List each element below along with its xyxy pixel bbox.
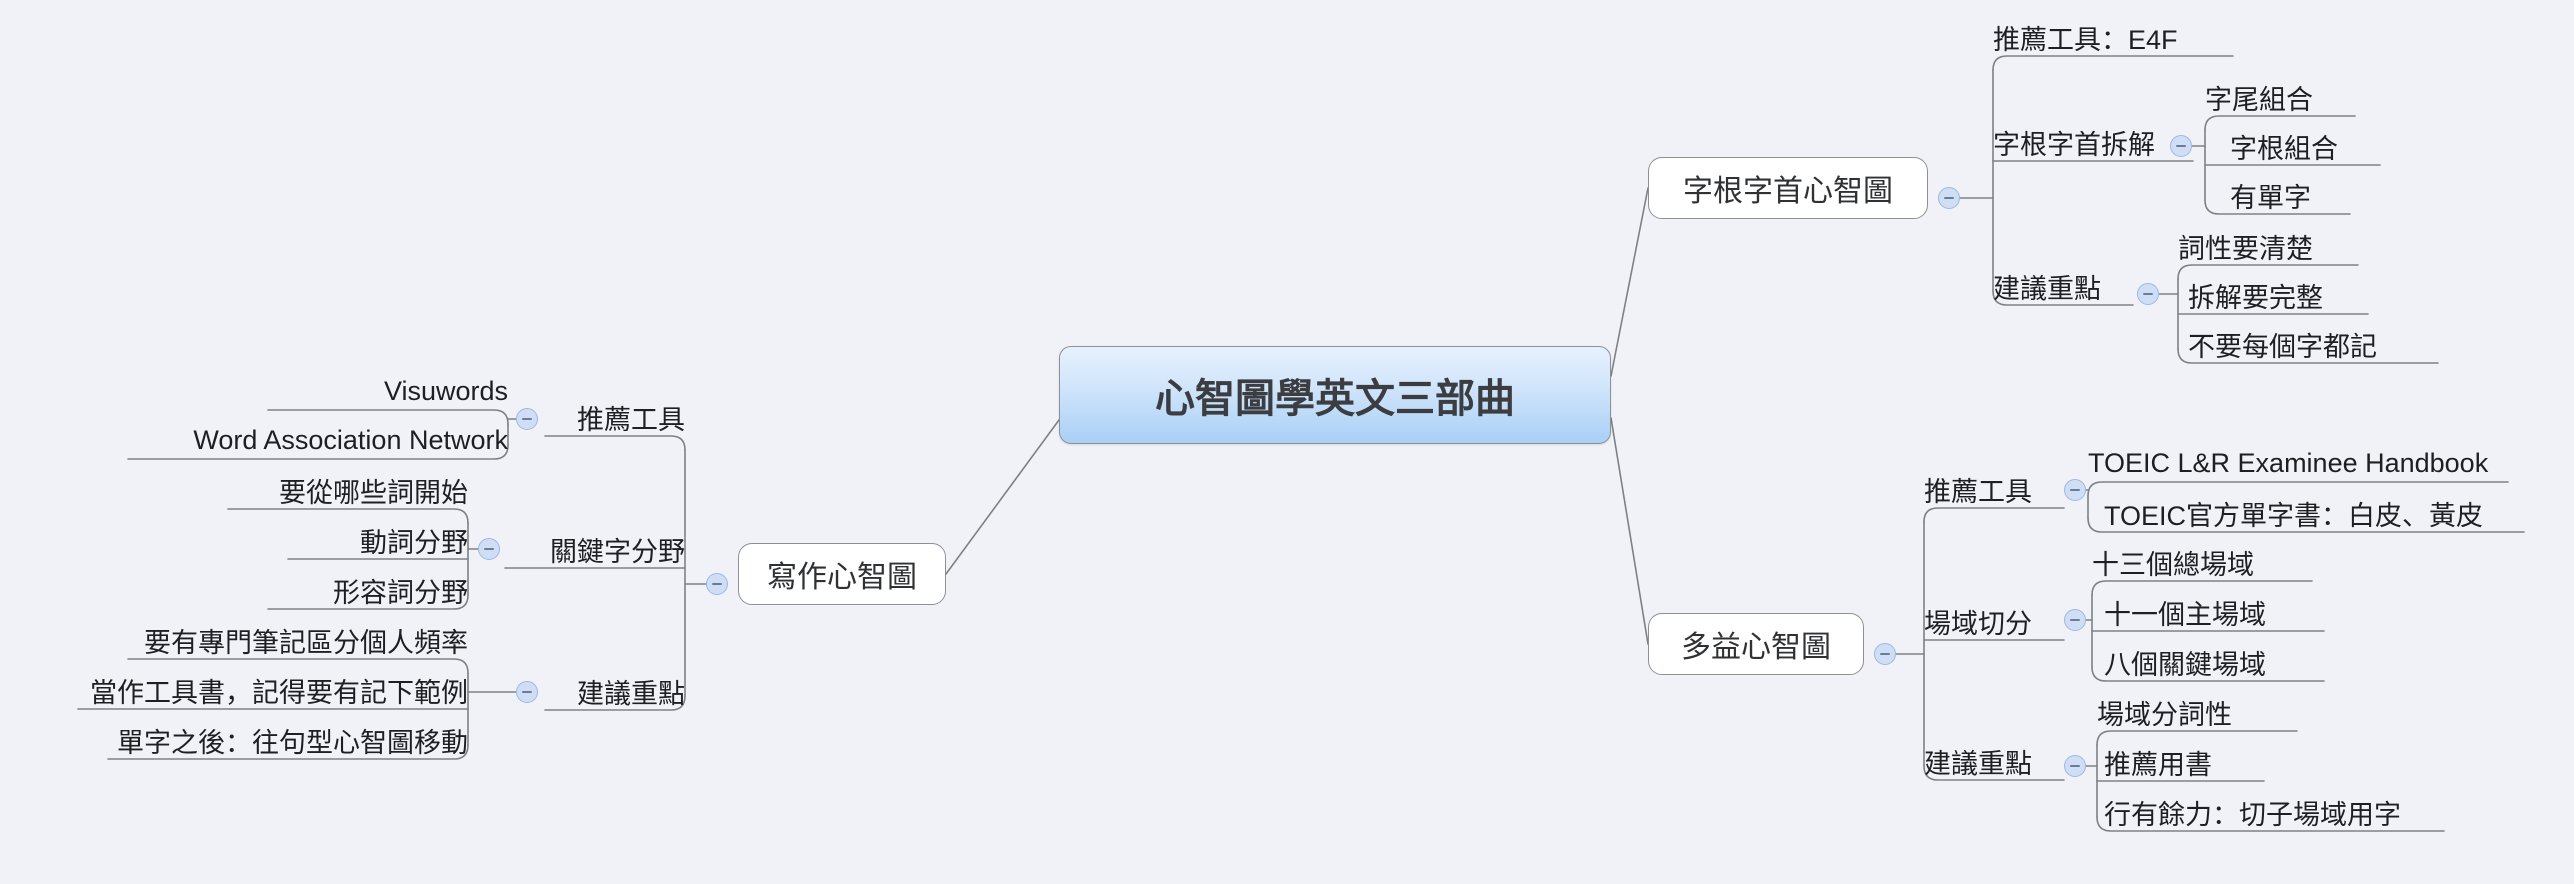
node-label: 字根組合 [2230,133,2338,164]
minus-glyph [1880,653,1890,655]
leaf-node[interactable]: 形容詞分野 [268,571,468,609]
leaf-node[interactable]: 推薦用書 [2104,743,2264,781]
collapse-minus-icon[interactable] [478,538,500,560]
minus-glyph [484,548,494,550]
leaf-node[interactable]: Visuwords [268,372,508,410]
leaf-node[interactable]: 詞性要清楚 [2178,227,2358,265]
node-label: 動詞分野 [360,527,468,558]
leaf-underline [1992,55,2234,71]
node-label: Word Association Network [193,424,508,455]
leaf-node[interactable]: TOEIC官方單字書：白皮、黃皮 [2104,494,2524,532]
node-label: 字根字首拆解 [1993,129,2155,160]
node-label: 形容詞分野 [333,577,468,608]
leaf-node[interactable]: Word Association Network [128,421,508,459]
minus-glyph [1944,197,1954,199]
leaf-underline [1923,507,2065,523]
minus-glyph [712,583,722,585]
node-label: 推薦工具：E4F [1993,24,2178,55]
root-connector [945,419,1060,575]
leaf-node[interactable]: 要有專門筆記區分個人頻率 [128,621,468,659]
minus-glyph [522,418,532,420]
root-connector [1610,187,1649,377]
leaf-node[interactable]: 行有餘力：切子場域用字 [2104,793,2444,831]
leaf-node[interactable]: 有單字 [2230,176,2350,214]
node-label: 單字之後：往句型心智圖移動 [117,727,468,758]
branch-node[interactable]: 寫作心智圖 [738,543,946,605]
node-label: 要有專門筆記區分個人頻率 [144,627,468,658]
node-label: TOEIC L&R Examinee Handbook [2088,447,2489,478]
node-label: Visuwords [383,375,508,406]
collapse-minus-icon[interactable] [1874,643,1896,665]
root-connector [1610,417,1649,645]
node-label: 建議重點 [1993,273,2101,304]
collapse-minus-icon[interactable] [2170,135,2192,157]
leaf-node[interactable]: 動詞分野 [288,521,468,559]
leaf-node[interactable]: 不要每個字都記 [2188,325,2438,363]
node-label: 十三個總場域 [2092,549,2254,580]
node-label: 詞性要清楚 [2178,233,2313,264]
node-label: 有單字 [2230,182,2311,213]
leaf-node[interactable]: 單字之後：往句型心智圖移動 [108,721,468,759]
node-label: 行有餘力：切子場域用字 [2104,799,2401,830]
leaf-node[interactable]: 建議重點 [545,672,685,710]
node-label: 當作工具書，記得要有記下範例 [90,677,468,708]
minus-glyph [522,691,532,693]
collapse-minus-icon[interactable] [2064,479,2086,501]
node-label: 心智圖學英文三部曲 [1155,377,1515,421]
leaf-node[interactable]: 八個關鍵場域 [2104,643,2324,681]
node-label: 要從哪些詞開始 [279,477,468,508]
node-label: 場域分詞性 [2097,699,2232,730]
leaf-node[interactable]: 字尾組合 [2205,78,2355,116]
leaf-node[interactable]: 當作工具書，記得要有記下範例 [78,671,468,709]
node-label: 不要每個字都記 [2188,331,2377,362]
collapse-minus-icon[interactable] [1938,187,1960,209]
leaf-node[interactable]: 推薦工具：E4F [1993,18,2233,56]
minus-glyph [2070,619,2080,621]
node-label: 多益心智圖 [1681,631,1831,664]
leaf-node[interactable]: 拆解要完整 [2188,276,2368,314]
collapse-minus-icon[interactable] [2064,609,2086,631]
collapse-minus-icon[interactable] [2137,283,2159,305]
minus-glyph [2176,145,2186,147]
leaf-node[interactable]: 十一個主場域 [2104,593,2324,631]
root-node[interactable]: 心智圖學英文三部曲 [1059,346,1611,444]
node-label: 場域切分 [1924,608,2032,639]
leaf-node[interactable]: 要從哪些詞開始 [228,471,468,509]
node-label: 字尾組合 [2205,84,2313,115]
node-label: 字根字首心智圖 [1683,175,1893,208]
collapse-minus-icon[interactable] [706,573,728,595]
leaf-node[interactable]: 關鍵字分野 [505,530,685,568]
leaf-underline [544,435,686,451]
node-label: 拆解要完整 [2188,282,2323,313]
branch-node[interactable]: 多益心智圖 [1648,613,1864,675]
node-label: 建議重點 [1924,748,2032,779]
node-label: 建議重點 [577,678,685,709]
leaf-node[interactable]: 場域分詞性 [2097,693,2297,731]
collapse-minus-icon[interactable] [516,408,538,430]
node-label: 推薦用書 [2104,749,2212,780]
leaf-node[interactable]: 場域切分 [1924,602,2064,640]
leaf-node[interactable]: 字根組合 [2230,127,2380,165]
leaf-node[interactable]: 建議重點 [1924,742,2064,780]
mindmap-canvas: 心智圖學英文三部曲 字根字首心智圖 多益心智圖 寫作心智圖 推薦工具：E4F 字根字首拆解… [0,0,2574,884]
node-label: 寫作心智圖 [767,561,917,594]
leaf-node[interactable]: 推薦工具 [545,398,685,436]
minus-glyph [2070,489,2080,491]
branch-node[interactable]: 字根字首心智圖 [1648,157,1928,219]
node-label: 推薦工具 [1924,476,2032,507]
leaf-node[interactable]: 十三個總場域 [2092,543,2312,581]
node-label: 八個關鍵場域 [2104,649,2266,680]
node-label: 十一個主場域 [2104,599,2266,630]
leaf-node[interactable]: 推薦工具 [1924,470,2064,508]
node-label: 關鍵字分野 [550,536,685,567]
leaf-node[interactable]: 字根字首拆解 [1993,123,2193,161]
node-label: TOEIC官方單字書：白皮、黃皮 [2104,500,2484,531]
leaf-node[interactable]: 建議重點 [1993,267,2133,305]
minus-glyph [2070,765,2080,767]
collapse-minus-icon[interactable] [516,681,538,703]
minus-glyph [2143,293,2153,295]
collapse-minus-icon[interactable] [2064,755,2086,777]
node-label: 推薦工具 [577,404,685,435]
leaf-node[interactable]: TOEIC L&R Examinee Handbook [2088,444,2508,482]
